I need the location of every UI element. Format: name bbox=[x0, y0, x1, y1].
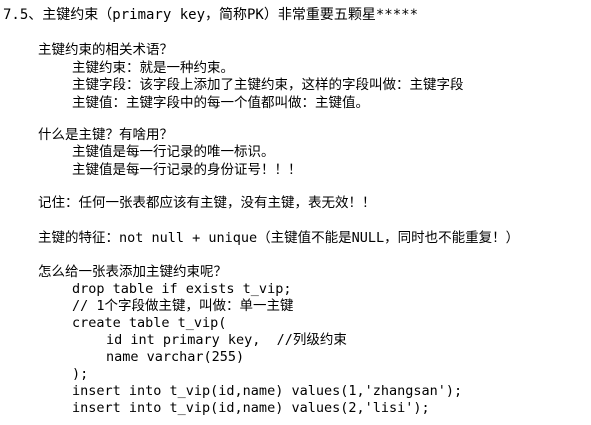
code-line-close-paren: ); bbox=[72, 366, 89, 382]
code-line-create-table: create table t_vip( bbox=[72, 315, 227, 331]
code-line-name-column: name varchar(255) bbox=[106, 349, 245, 365]
code-line-id-column: id int primary key, //列级约束 bbox=[106, 332, 347, 348]
document-page: { "lines": [ {"text": "7.5、主键约束（primary … bbox=[0, 0, 591, 425]
code-line-insert-2: insert into t_vip(id,name) values(2,'lis… bbox=[72, 400, 430, 416]
term-primary-key-field: 主键字段：该字段上添加了主键约束，这样的字段叫做：主键字段 bbox=[72, 77, 464, 93]
term-primary-key-constraint: 主键约束：就是一种约束。 bbox=[72, 60, 234, 76]
purpose-id-number: 主键值是每一行记录的身份证号！！！ bbox=[72, 162, 302, 178]
remember-note: 记住：任何一张表都应该有主键，没有主键，表无效！！ bbox=[38, 195, 376, 211]
term-primary-key-value: 主键值：主键字段中的每一个值都叫做：主键值。 bbox=[72, 95, 369, 111]
question-terms-heading: 主键约束的相关术语？ bbox=[38, 42, 173, 58]
purpose-unique-identifier: 主键值是每一行记录的唯一标识。 bbox=[72, 144, 275, 160]
primary-key-features: 主键的特征：not null + unique（主键值不能是NULL，同时也不能… bbox=[38, 230, 520, 246]
code-line-drop-table: drop table if exists t_vip; bbox=[72, 281, 292, 297]
code-line-insert-1: insert into t_vip(id,name) values(1,'zha… bbox=[72, 383, 463, 399]
code-line-comment: // 1个字段做主键，叫做：单一主键 bbox=[72, 298, 294, 314]
question-how-to-add-heading: 怎么给一张表添加主键约束呢？ bbox=[38, 264, 227, 280]
question-purpose-heading: 什么是主键？有啥用？ bbox=[38, 127, 173, 143]
section-heading: 7.5、主键约束（primary key，简称PK）非常重要五颗星***** bbox=[3, 7, 419, 23]
